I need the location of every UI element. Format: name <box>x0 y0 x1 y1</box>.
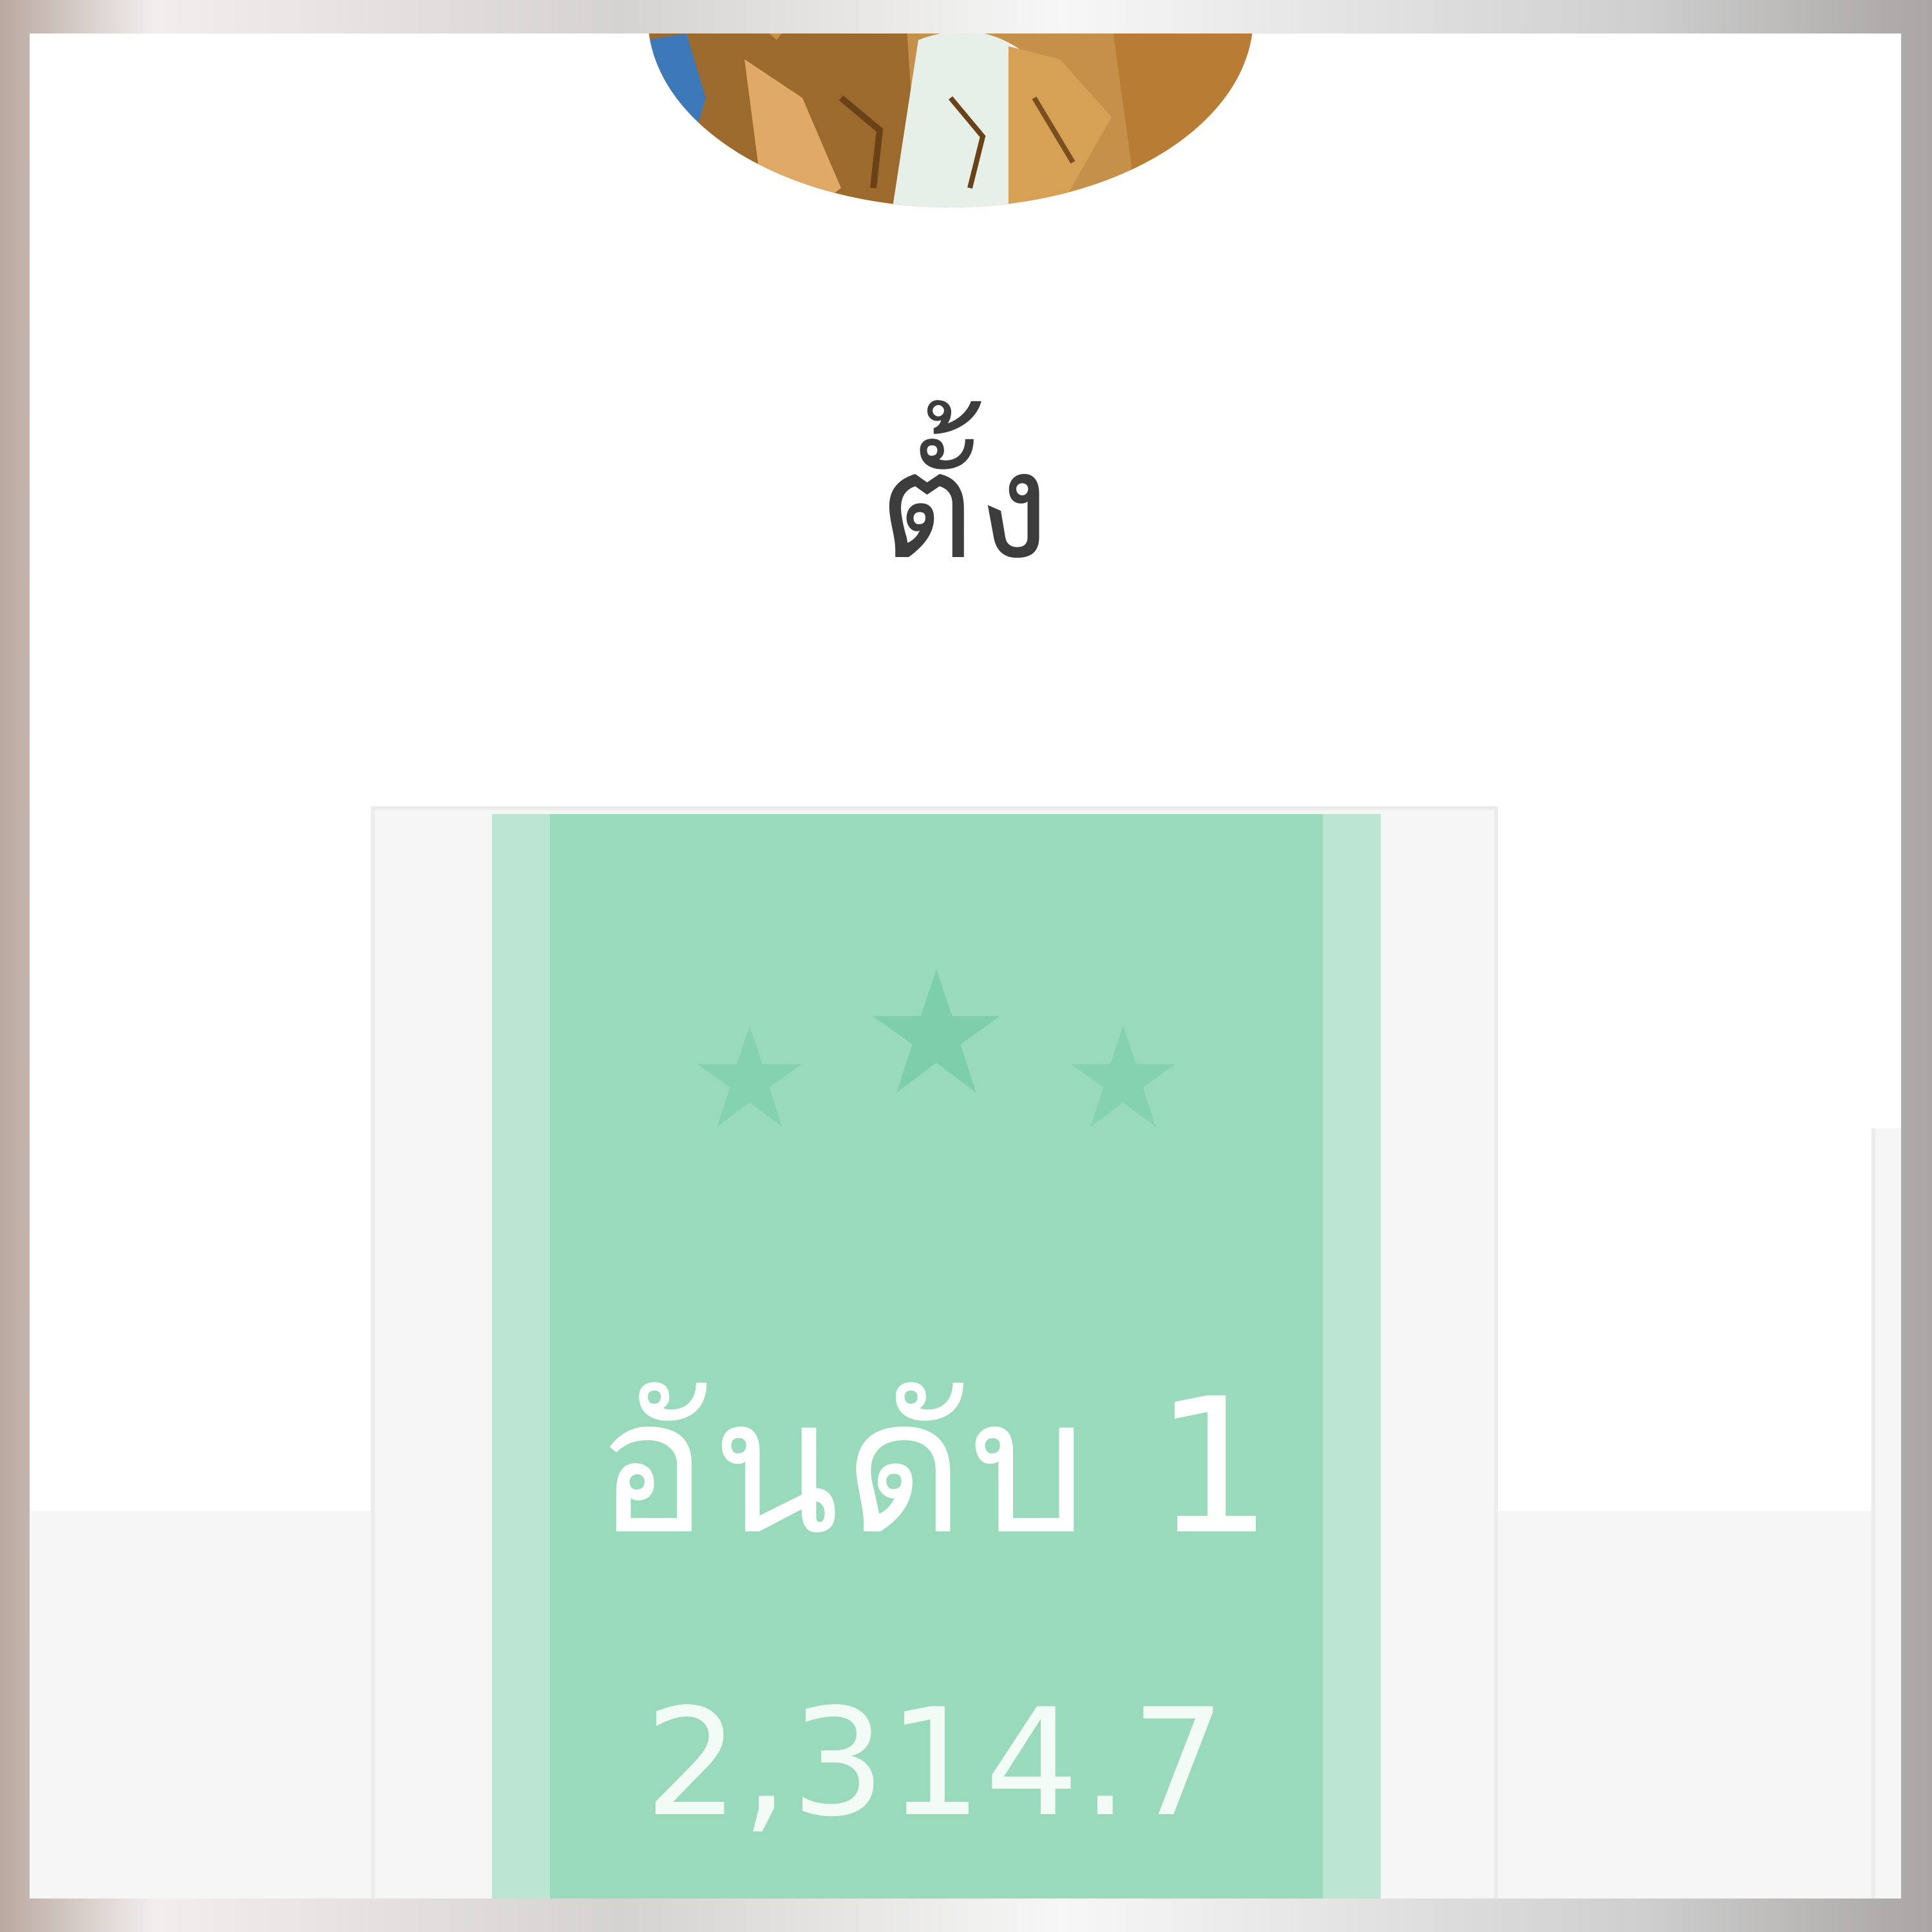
star-icon <box>1071 1026 1175 1127</box>
avatar-image-icon <box>648 33 1253 207</box>
rank-label: อันดับ 1 <box>596 1359 1277 1576</box>
star-icon <box>873 969 1000 1093</box>
username-label: ตั้ง <box>878 421 1052 592</box>
rank-column[interactable]: อันดับ 1 2,314.7 <box>492 814 1381 1899</box>
podium-third-place <box>1871 1128 1901 1899</box>
rank-stars <box>550 969 1323 1175</box>
user-avatar[interactable] <box>648 33 1253 207</box>
star-icon <box>697 1026 802 1127</box>
rank-score: 2,314.7 <box>645 1678 1228 1850</box>
rank-column-inner: อันดับ 1 2,314.7 <box>550 814 1323 1899</box>
screenshot-frame: ตั้ง อันดับ 1 2,314.7 <box>0 0 1932 1932</box>
ranking-card: ตั้ง อันดับ 1 2,314.7 <box>30 33 1901 1899</box>
